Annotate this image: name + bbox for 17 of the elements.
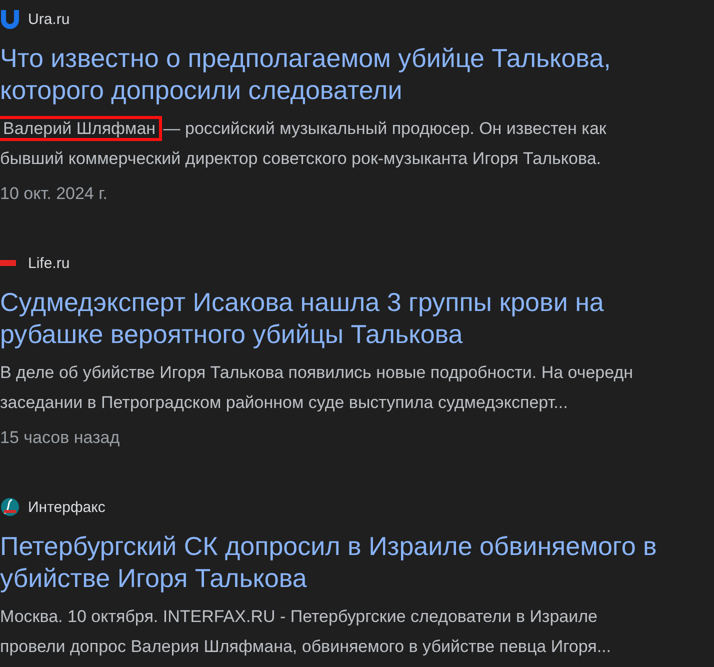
result-title[interactable]: Петербургский СК допросил в Израиле обвиняемого в убийстве Игоря Талькова xyxy=(0,530,714,594)
snippet-line: провели допрос Валерия Шляфмана, обвиняемого в убийстве певца Игоря... xyxy=(0,636,612,658)
source-name[interactable]: Life.ru xyxy=(28,254,70,272)
snippet-line: Валерий Шляфман — российский музыкальный продюсер. Он известен как xyxy=(0,114,714,144)
source-name[interactable]: Ura.ru xyxy=(28,10,70,28)
logo-icon xyxy=(0,9,20,29)
result-date: 15 часов назад xyxy=(0,428,121,448)
highlighted-name: Валерий Шляфман xyxy=(0,119,159,138)
result-date: 10 окт. 2024 г. xyxy=(0,184,108,204)
snippet-line: бывший коммерческий директор советского рок-музыканта Игоря Талькова. xyxy=(0,148,602,170)
result-title[interactable]: Что известно о предполагаемом убийце Талькова, которого допросили следователи xyxy=(0,42,714,106)
snippet-line: заседании в Петроградском районном суде выступила судмедэксперт... xyxy=(0,392,569,414)
snippet-line: Москва. 10 октября. INTERFAX.RU - Петербургские следователи в Израиле xyxy=(0,606,598,628)
result-title[interactable]: Судмедэксперт Исакова нашла 3 группы крови на рубашке вероятного убийцы Талькова xyxy=(0,286,714,350)
source-name[interactable]: Интерфакс xyxy=(28,498,106,516)
snippet-line: В деле об убийстве Игоря Талькова появились новые подробности. На очередн xyxy=(0,362,634,384)
logo-icon xyxy=(0,497,20,517)
